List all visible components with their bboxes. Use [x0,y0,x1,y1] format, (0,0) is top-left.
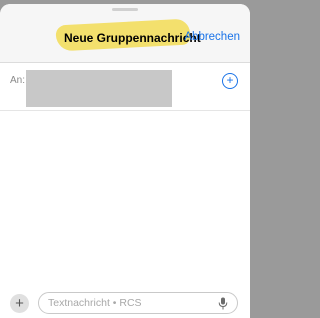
message-input[interactable] [48,296,208,310]
recipient-field-redacted[interactable] [26,70,172,107]
to-label: An: [10,75,26,86]
add-contact-icon[interactable]: + [222,73,238,89]
microphone-icon[interactable] [218,297,228,310]
composer-bar: + [0,290,250,318]
sheet-grabber[interactable] [112,8,138,11]
cancel-button[interactable]: Abbrechen [184,31,240,43]
plus-icon[interactable]: + [10,294,29,313]
message-input-container [38,292,238,314]
new-group-message-sheet: Neue Gruppennachricht Abbrechen An: + + [0,4,250,318]
sheet-header: Neue Gruppennachricht Abbrechen [0,4,250,63]
recipient-row: An: + [0,66,250,111]
